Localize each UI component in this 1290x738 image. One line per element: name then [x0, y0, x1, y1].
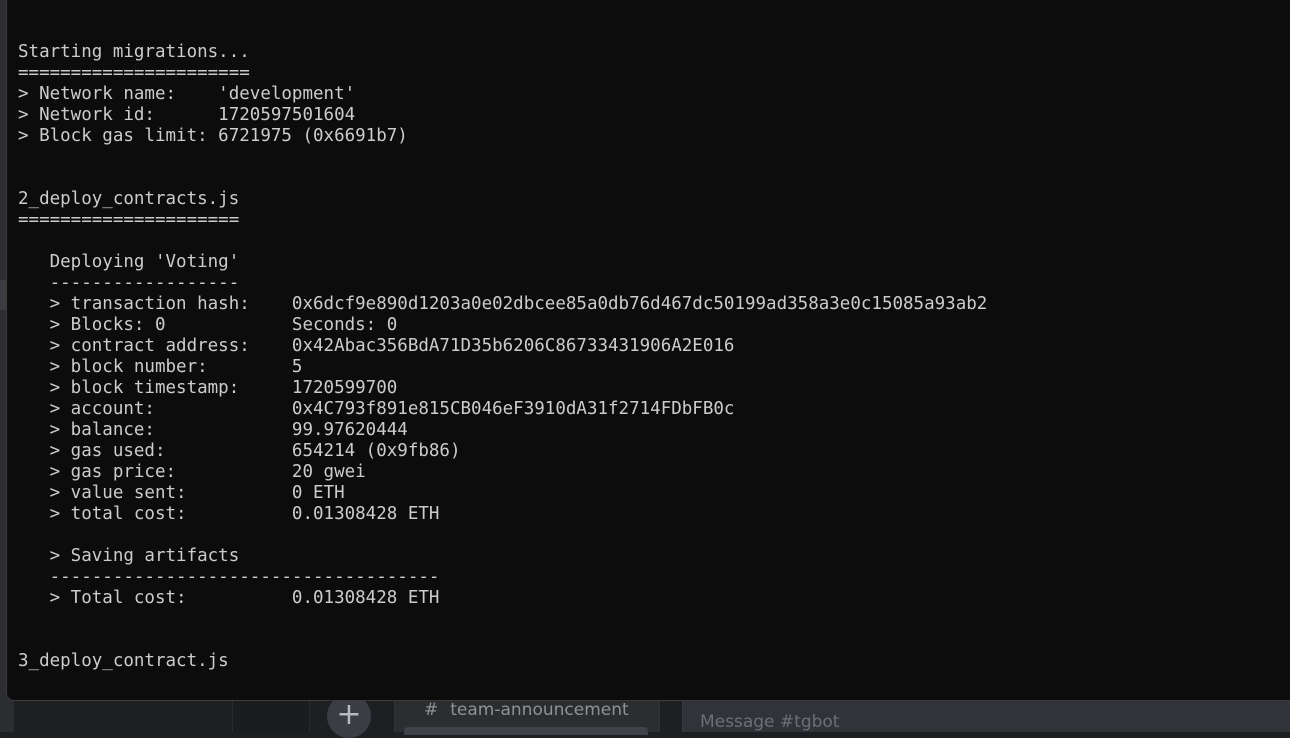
hash-icon: #	[424, 700, 439, 720]
terminal-line: Deploying 'Voting'	[18, 252, 240, 272]
terminal-output: Starting migrations... ==================…	[18, 42, 987, 672]
terminal-line: > Blocks: 0 Seconds: 0	[18, 315, 398, 335]
terminal-line: > gas price: 20 gwei	[18, 462, 366, 482]
terminal-line: > gas used: 654214 (0x9fb86)	[18, 441, 461, 461]
channel-name: team-announcement	[450, 700, 629, 720]
terminal-line: > transaction hash: 0x6dcf9e890d1203a0e0…	[18, 294, 988, 314]
terminal-line: > block timestamp: 1720599700	[18, 378, 398, 398]
terminal-line: > Total cost: 0.01308428 ETH	[18, 588, 440, 608]
message-input[interactable]: Message #tgbot	[700, 712, 839, 732]
terminal-line: > total cost: 0.01308428 ETH	[18, 504, 440, 524]
terminal-line: Starting migrations...	[18, 42, 250, 62]
channel-selected-highlight	[404, 727, 648, 735]
terminal-line: > value sent: 0 ETH	[18, 483, 345, 503]
terminal-line: > contract address: 0x42Abac356BdA71D35b…	[18, 336, 735, 356]
terminal-line: 2_deploy_contracts.js	[18, 189, 240, 209]
terminal-line: ------------------	[18, 273, 240, 293]
terminal-line: -------------------------------------	[18, 567, 440, 587]
terminal-line: > Network name: 'development'	[18, 84, 356, 104]
terminal-line: > balance: 99.97620444	[18, 420, 408, 440]
terminal-line: > Saving artifacts	[18, 546, 240, 566]
terminal-line: =====================	[18, 210, 240, 230]
terminal-line: ======================	[18, 63, 250, 83]
terminal-line: > block number: 5	[18, 357, 303, 377]
terminal-window[interactable]: Starting migrations... ==================…	[6, 0, 1290, 701]
terminal-line: 3_deploy_contract.js	[18, 651, 229, 671]
terminal-line: > account: 0x4C793f891e815CB046eF3910dA3…	[18, 399, 735, 419]
terminal-line: > Block gas limit: 6721975 (0x6691b7)	[18, 126, 408, 146]
terminal-line: > Network id: 1720597501604	[18, 105, 356, 125]
channel-item-team-announcement[interactable]: # team-announcement	[424, 700, 629, 720]
